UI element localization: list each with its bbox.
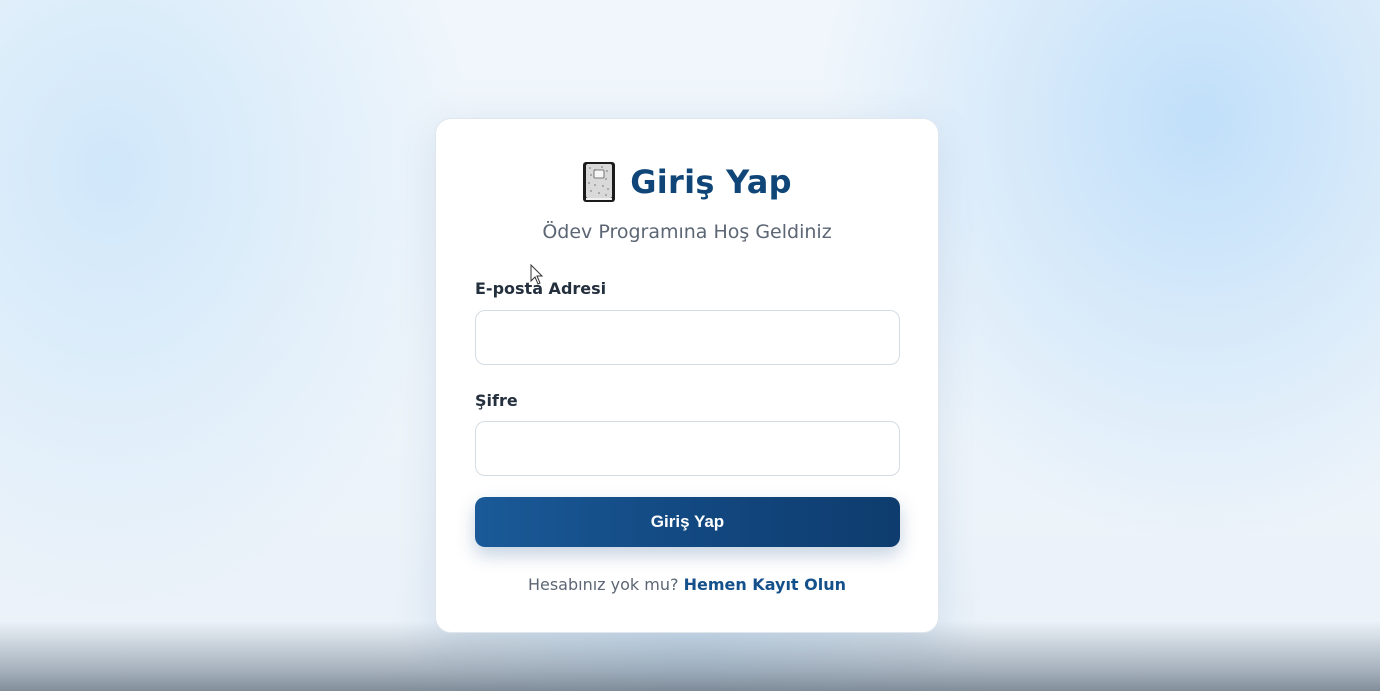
login-button[interactable]: Giriş Yap [475,497,900,547]
login-card: Giriş Yap Ödev Programına Hoş Geldiniz E… [435,118,939,633]
password-field[interactable] [475,421,900,476]
email-field[interactable] [475,310,900,365]
mouse-cursor-icon [530,263,544,286]
title-row: Giriş Yap [436,161,938,203]
notebook-icon [582,161,616,203]
signup-prompt: Hesabınız yok mu? Hemen Kayıt Olun [436,575,938,594]
page-title: Giriş Yap [630,163,792,201]
signup-link[interactable]: Hemen Kayıt Olun [684,575,846,594]
signup-prompt-text: Hesabınız yok mu? [527,575,679,594]
password-label: Şifre [475,391,518,410]
page-subtitle: Ödev Programına Hoş Geldiniz [542,221,832,243]
